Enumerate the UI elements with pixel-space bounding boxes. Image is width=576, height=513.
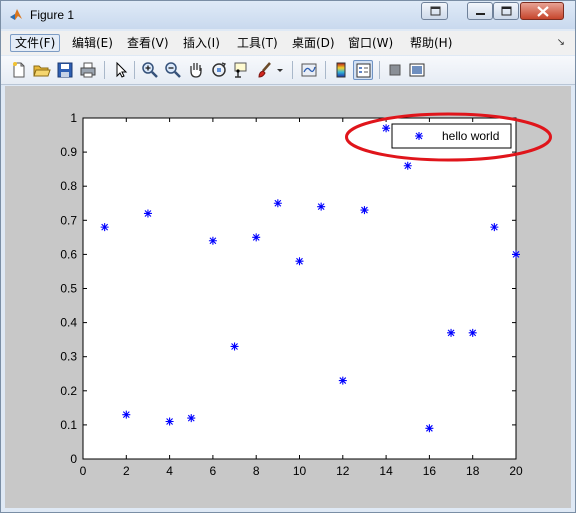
toolbar-separator <box>379 61 380 79</box>
new-figure-icon[interactable] <box>9 60 29 80</box>
legend-label: hello world <box>442 129 499 143</box>
toolbar-separator <box>325 61 326 79</box>
data-point <box>512 250 520 259</box>
data-point <box>187 414 196 423</box>
y-tick-label: 0.1 <box>60 418 77 432</box>
hide-plot-tools-icon[interactable] <box>385 60 405 80</box>
y-tick-label: 0.3 <box>60 350 77 364</box>
toolbar-separator <box>134 61 135 79</box>
menu-view[interactable]: 查看(V) <box>123 34 173 52</box>
data-point <box>208 236 217 245</box>
close-button[interactable] <box>520 2 564 20</box>
x-tick-label: 8 <box>253 464 260 478</box>
brush-icon[interactable] <box>255 60 275 80</box>
data-cursor-icon[interactable] <box>232 60 252 80</box>
show-plot-tools-icon[interactable] <box>407 60 427 80</box>
y-tick-label: 1 <box>70 111 77 125</box>
data-point <box>122 410 131 419</box>
menu-help[interactable]: 帮助(H) <box>406 34 456 52</box>
figure-window: Figure 1 文件(F) 编辑(E) 查看(V) 插入(I) 工具(T) 桌… <box>0 0 576 513</box>
x-tick-label: 16 <box>423 464 437 478</box>
data-point <box>317 202 326 211</box>
data-point <box>252 233 261 242</box>
y-tick-label: 0.9 <box>60 145 77 159</box>
rotate-3d-icon[interactable] <box>209 60 229 80</box>
menu-bar: 文件(F) 编辑(E) 查看(V) 插入(I) 工具(T) 桌面(D) 窗口(W… <box>1 31 575 55</box>
data-point <box>490 223 499 232</box>
legend-marker <box>415 132 423 140</box>
link-plot-icon[interactable] <box>299 60 319 80</box>
x-tick-label: 20 <box>509 464 523 478</box>
menu-insert[interactable]: 插入(I) <box>179 34 224 52</box>
data-point <box>447 328 456 337</box>
y-tick-label: 0.2 <box>60 384 77 398</box>
axes-box <box>82 117 517 460</box>
data-point <box>338 376 347 385</box>
brush-dropdown-icon[interactable] <box>275 60 285 80</box>
restore-extra-button[interactable] <box>421 2 448 20</box>
menu-window[interactable]: 窗口(W) <box>344 34 397 52</box>
legend-icon[interactable] <box>353 60 373 80</box>
zoom-out-icon[interactable] <box>163 60 183 80</box>
data-point <box>100 223 109 232</box>
save-icon[interactable] <box>55 60 75 80</box>
menu-file[interactable]: 文件(F) <box>10 34 61 52</box>
window-title: Figure 1 <box>30 8 75 22</box>
data-point <box>295 257 304 266</box>
data-point <box>230 342 239 351</box>
data-point <box>165 417 174 426</box>
window-restore-icon <box>430 6 441 16</box>
matlab-logo-icon <box>10 9 22 20</box>
data-point <box>143 209 152 218</box>
x-tick-label: 18 <box>466 464 480 478</box>
x-tick-label: 0 <box>80 464 87 478</box>
title-bar[interactable]: Figure 1 <box>1 1 575 29</box>
x-tick-label: 2 <box>123 464 130 478</box>
menu-desktop[interactable]: 桌面(D) <box>288 34 339 52</box>
toolbar-separator <box>104 61 105 79</box>
minimize-button[interactable] <box>467 2 493 20</box>
open-file-icon[interactable] <box>32 60 52 80</box>
y-tick-label: 0 <box>70 452 77 466</box>
data-point <box>382 124 391 133</box>
x-tick-label: 6 <box>210 464 217 478</box>
data-point <box>468 328 477 337</box>
menu-overflow-arrow[interactable]: ↘ <box>557 37 565 48</box>
data-point <box>273 199 282 208</box>
minimize-icon <box>476 13 485 15</box>
toolbar-separator <box>292 61 293 79</box>
y-tick-label: 0.8 <box>60 179 77 193</box>
y-tick-label: 0.5 <box>60 282 77 296</box>
menu-tools[interactable]: 工具(T) <box>233 34 282 52</box>
data-point <box>403 161 412 170</box>
scatter-plot[interactable]: 0 2 4 6 8 10 12 14 16 18 20 0 0.1 0.2 0.3 0.4 0.5 0.6 0.7 0… <box>5 86 571 508</box>
maximize-button[interactable] <box>493 2 519 20</box>
x-tick-label: 4 <box>166 464 173 478</box>
x-tick-label: 10 <box>293 464 307 478</box>
print-icon[interactable] <box>78 60 98 80</box>
figure-canvas: 0 2 4 6 8 10 12 14 16 18 20 0 0.1 0.2 0.3 0.4 0.5 0.6 0.7 0… <box>5 86 571 508</box>
figure-toolbar <box>1 56 575 85</box>
colorbar-icon[interactable] <box>331 60 351 80</box>
menu-edit[interactable]: 编辑(E) <box>68 34 117 52</box>
x-tick-label: 14 <box>379 464 393 478</box>
x-tick-label: 12 <box>336 464 350 478</box>
maximize-icon <box>501 6 512 16</box>
close-icon <box>537 6 549 17</box>
y-tick-label: 0.6 <box>60 247 77 261</box>
pan-hand-icon[interactable] <box>186 60 206 80</box>
select-pointer-icon[interactable] <box>110 60 130 80</box>
data-point <box>425 424 434 433</box>
zoom-in-icon[interactable] <box>140 60 160 80</box>
y-tick-label: 0.7 <box>60 213 77 227</box>
y-tick-label: 0.4 <box>60 316 77 330</box>
data-point <box>360 206 369 215</box>
